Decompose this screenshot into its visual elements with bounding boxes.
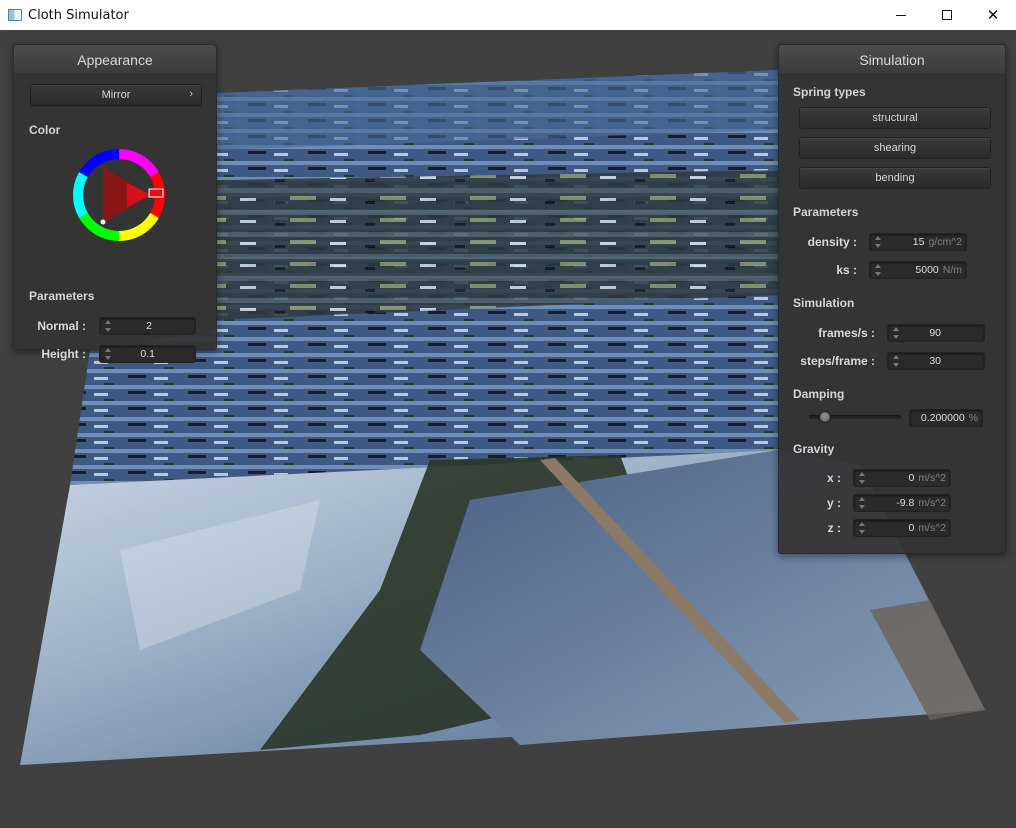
color-section-label: Color (29, 123, 61, 137)
appearance-panel-title: Appearance (14, 45, 216, 75)
ks-unit: N/m (942, 264, 962, 276)
gravity-x-label: x : (826, 471, 841, 485)
gravity-x-value: 0 (908, 472, 915, 484)
appearance-panel: Appearance Mirror › Color Parameters Nor… (13, 44, 217, 363)
simulation-panel-title: Simulation (779, 45, 1005, 75)
height-label: Height : (41, 347, 86, 361)
steps-label: steps/frame : (800, 354, 875, 368)
hue-selector-handle[interactable] (148, 188, 164, 198)
cloth-glitch-dark-band (217, 170, 778, 320)
minimize-icon (896, 14, 906, 16)
spin-arrows-icon[interactable] (104, 320, 111, 332)
gravity-y-unit: m/s^2 (918, 497, 946, 509)
ks-input[interactable]: 5000 N/m (869, 261, 967, 279)
steps-input[interactable]: 30 (887, 352, 985, 370)
spin-arrows-icon[interactable] (892, 327, 899, 339)
color-picker-handle[interactable] (99, 218, 107, 226)
structural-button-label: structural (872, 112, 918, 124)
fps-input[interactable]: 90 (887, 324, 985, 342)
normal-input[interactable]: 2 (99, 317, 196, 335)
height-input[interactable]: 0.1 (99, 345, 196, 363)
ks-value: 5000 (915, 264, 939, 276)
gravity-y-input[interactable]: -9.8 m/s^2 (853, 494, 951, 512)
spin-arrows-icon[interactable] (892, 355, 899, 367)
normal-value: 2 (146, 320, 152, 332)
close-icon: ✕ (986, 6, 1000, 24)
spin-arrows-icon[interactable] (858, 522, 865, 534)
simulation-section-label: Simulation (793, 296, 855, 310)
window-title: Cloth Simulator (28, 7, 129, 23)
gravity-x-input[interactable]: 0 m/s^2 (853, 469, 951, 487)
gravity-z-label: z : (827, 521, 841, 535)
steps-value: 30 (929, 355, 941, 367)
damping-input[interactable]: 0.200000% (909, 409, 983, 427)
shearing-button-label: shearing (873, 142, 917, 154)
spin-arrows-icon[interactable] (858, 497, 865, 509)
damping-value: 0.200000 (920, 412, 965, 424)
spin-arrows-icon[interactable] (858, 472, 865, 484)
gravity-y-value: -9.8 (896, 497, 915, 509)
chevron-right-icon: › (189, 88, 193, 100)
damping-label: Damping (793, 387, 845, 401)
gravity-y-label: y : (826, 496, 841, 510)
height-value: 0.1 (140, 348, 155, 360)
normal-label: Normal : (37, 319, 86, 333)
density-value: 15 (912, 236, 925, 248)
shader-select-label: Mirror (101, 89, 131, 101)
spin-arrows-icon[interactable] (874, 236, 881, 248)
gravity-z-value: 0 (908, 522, 915, 534)
window-controls: ✕ (878, 0, 1016, 30)
shader-select-button[interactable]: Mirror › (30, 84, 202, 106)
color-wheel[interactable] (71, 147, 167, 243)
gravity-z-input[interactable]: 0 m/s^2 (853, 519, 951, 537)
spring-types-label: Spring types (793, 85, 866, 99)
maximize-button[interactable] (924, 0, 970, 30)
maximize-icon (942, 10, 952, 20)
render-viewport[interactable]: Appearance Mirror › Color Parameters Nor… (0, 30, 1016, 828)
close-button[interactable]: ✕ (970, 0, 1016, 30)
fps-label: frames/s : (818, 326, 875, 340)
density-input[interactable]: 15 g/cm^2 (869, 233, 967, 251)
bending-button-label: bending (875, 172, 915, 184)
spin-arrows-icon[interactable] (104, 348, 111, 360)
simulation-panel: Simulation Spring types structural shear… (778, 44, 1006, 554)
title-bar: Cloth Simulator ✕ (0, 0, 1016, 30)
minimize-button[interactable] (878, 0, 924, 30)
structural-button[interactable]: structural (799, 107, 991, 129)
app-icon (8, 9, 22, 21)
damping-unit: % (968, 412, 978, 424)
density-unit: g/cm^2 (928, 236, 962, 248)
appearance-parameters-label: Parameters (29, 289, 95, 303)
density-label: density : (807, 235, 857, 249)
gravity-x-unit: m/s^2 (918, 472, 946, 484)
gravity-label: Gravity (793, 442, 835, 456)
spin-arrows-icon[interactable] (874, 264, 881, 276)
simulation-parameters-label: Parameters (793, 205, 859, 219)
shearing-button[interactable]: shearing (799, 137, 991, 159)
fps-value: 90 (929, 327, 941, 339)
gravity-z-unit: m/s^2 (918, 522, 946, 534)
bending-button[interactable]: bending (799, 167, 991, 189)
damping-slider-handle[interactable] (819, 411, 831, 423)
ks-label: ks : (836, 263, 857, 277)
